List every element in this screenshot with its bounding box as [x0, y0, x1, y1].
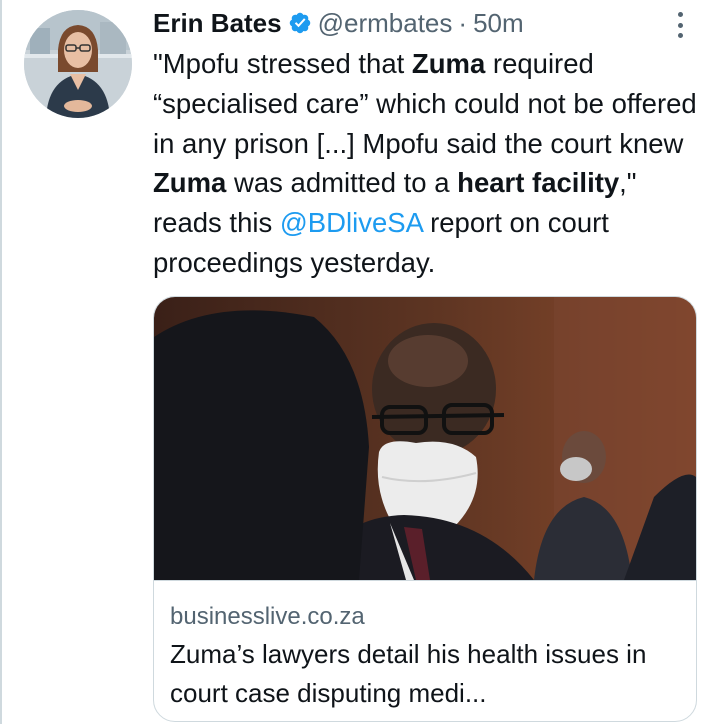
tweet-text-part: "Mpofu stressed that [153, 48, 412, 79]
timeline-left-border [0, 0, 2, 724]
verified-badge-icon [289, 12, 310, 34]
avatar-photo [24, 10, 132, 118]
mention-link[interactable]: @BDliveSA [280, 207, 423, 238]
author-name[interactable]: Erin Bates [153, 8, 282, 39]
more-dot [677, 33, 683, 38]
card-info: businesslive.co.za Zuma’s lawyers detail… [154, 580, 696, 721]
tweet-text-bold: Zuma [411, 48, 486, 79]
tweet-text-bold: Zuma [153, 167, 227, 199]
tweet-text-bold: heart facility [457, 167, 620, 199]
link-card[interactable]: businesslive.co.za Zuma’s lawyers detail… [153, 296, 697, 722]
card-image [154, 297, 696, 580]
author-handle[interactable]: @ermbates [318, 8, 453, 39]
more-options-icon[interactable] [672, 12, 688, 38]
tweet-timestamp[interactable]: 50m [473, 8, 524, 39]
header-separator: · [458, 7, 468, 38]
tweet-text: "Mpofu stressed that Zuma required “spec… [153, 44, 701, 283]
card-title: Zuma’s lawyers detail his health issues … [170, 639, 647, 708]
tweet-header: Erin Bates @ermbates · 50m [153, 4, 701, 42]
tweet-body: Erin Bates @ermbates · 50m "Mpofu stress… [153, 4, 701, 283]
card-domain: businesslive.co.za [170, 603, 365, 630]
more-dot [677, 22, 683, 28]
avatar[interactable] [24, 10, 132, 118]
more-dot [677, 12, 683, 17]
tweet-text-part: was admitted to a [226, 167, 458, 199]
